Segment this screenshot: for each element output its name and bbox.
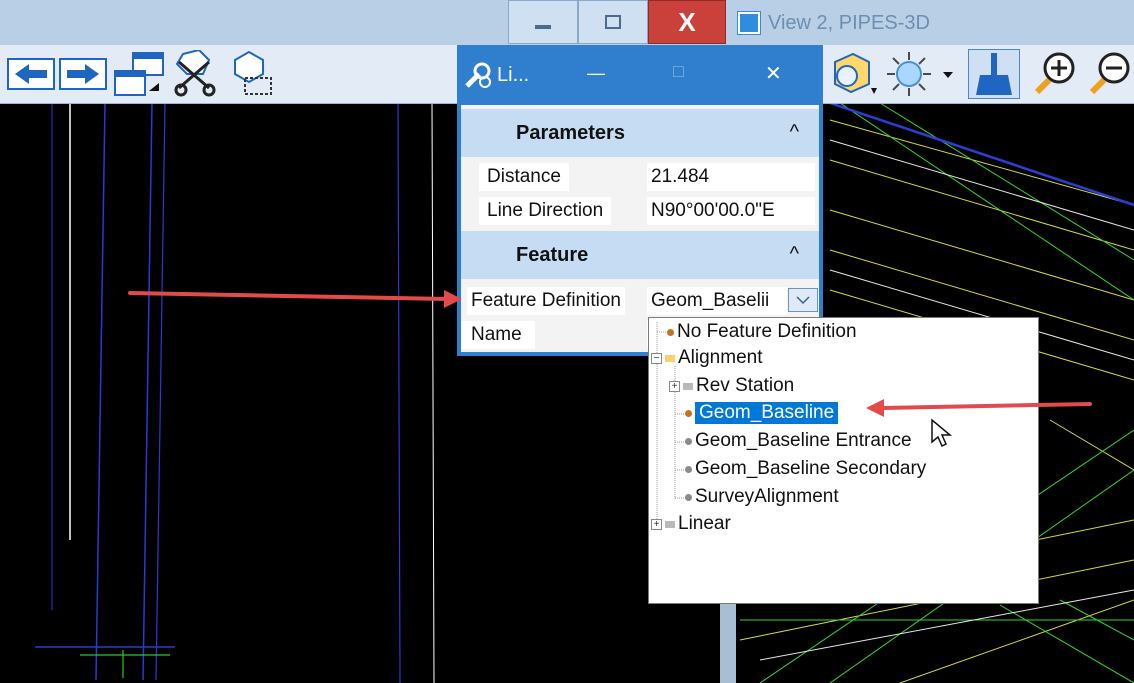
tree-item-label: No Feature Definition xyxy=(677,321,857,342)
brush-button[interactable] xyxy=(968,49,1020,99)
arrow-right-icon xyxy=(59,58,107,90)
feature-definition-label: Feature Definition xyxy=(467,287,625,315)
folder-icon xyxy=(665,354,675,362)
mouse-cursor-icon xyxy=(931,418,953,448)
close-icon: X xyxy=(678,6,696,37)
tree-item-label: Geom_Baseline xyxy=(695,402,839,424)
wrench-icon xyxy=(465,62,491,88)
parameters-section-header[interactable]: Parameters ^ xyxy=(461,109,819,157)
distance-label: Distance xyxy=(479,163,569,191)
feature-section-header[interactable]: Feature ^ xyxy=(461,231,819,279)
expand-icon[interactable]: + xyxy=(669,380,680,392)
feature-dot-icon xyxy=(667,328,674,336)
maximize-button[interactable] xyxy=(578,0,648,44)
minimize-button[interactable] xyxy=(508,0,578,44)
feature-dot-icon xyxy=(685,493,692,501)
parameters-title: Parameters xyxy=(516,121,625,144)
tree-item-label: SurveyAlignment xyxy=(695,486,839,507)
copy-element-icon xyxy=(234,50,272,95)
dialog-maximize-button[interactable]: □ xyxy=(673,61,684,82)
tree-item-geom-baseline-entrance[interactable]: Geom_Baseline Entrance xyxy=(685,428,912,454)
tree-item-linear[interactable]: + Linear xyxy=(651,511,731,537)
tree-item-label: Geom_Baseline Entrance xyxy=(695,430,912,451)
feature-dot-icon xyxy=(685,437,692,445)
view-title: View 2, PIPES-3D xyxy=(738,7,930,39)
tree-item-geom-baseline-secondary[interactable]: Geom_Baseline Secondary xyxy=(685,456,926,482)
feature-dot-icon xyxy=(685,409,692,417)
tree-item-no-feature-definition[interactable]: No Feature Definition xyxy=(667,319,857,345)
tree-item-rev-station[interactable]: + Rev Station xyxy=(669,373,794,399)
dialog-title-bar[interactable]: Li... — □ ✕ xyxy=(457,45,823,105)
minimize-icon xyxy=(535,25,551,29)
light-icon xyxy=(887,52,953,96)
tree-item-label: Geom_Baseline Secondary xyxy=(695,458,927,479)
folder-icon xyxy=(665,520,675,528)
dialog-minimize-button[interactable]: — xyxy=(587,63,605,84)
zoom-out-button[interactable] xyxy=(1084,49,1134,99)
zoom-out-icon xyxy=(1089,52,1130,95)
brush-icon xyxy=(976,53,1012,95)
close-button[interactable]: X xyxy=(648,0,726,44)
previous-view-button[interactable] xyxy=(6,49,56,99)
next-view-button[interactable] xyxy=(58,49,108,99)
zoom-in-button[interactable] xyxy=(1028,49,1080,99)
dialog-body: Parameters ^ Distance 21.484 Line Direct… xyxy=(461,105,819,352)
line-direction-label: Line Direction xyxy=(479,197,612,225)
window-arrange-button[interactable] xyxy=(112,49,166,99)
feature-definition-row: Feature Definition Geom_Baselii xyxy=(461,285,819,317)
view-title-text: View 2, PIPES-3D xyxy=(768,11,930,34)
feature-definition-select[interactable]: Geom_Baselii xyxy=(647,287,787,315)
line-direction-field[interactable]: N90°00'00.0"E xyxy=(647,197,815,225)
distance-row: Distance 21.484 xyxy=(461,161,819,193)
chevron-down-icon xyxy=(796,296,810,305)
arrow-left-icon xyxy=(7,58,55,90)
collapse-icon[interactable]: − xyxy=(651,352,662,364)
place-line-dialog: Li... — □ ✕ Parameters ^ Distance 21.484… xyxy=(457,45,823,356)
tree-item-label: Rev Station xyxy=(696,375,795,396)
lighting-button[interactable] xyxy=(882,49,960,99)
chevron-up-icon[interactable]: ^ xyxy=(790,243,799,266)
window-arrange-icon xyxy=(114,52,164,96)
view-shape-icon xyxy=(834,52,877,94)
feature-definition-tree[interactable]: No Feature Definition − Alignment + Rev … xyxy=(648,317,1039,604)
tree-item-alignment[interactable]: − Alignment xyxy=(651,345,763,371)
name-label: Name xyxy=(461,321,535,349)
feature-definition-dropdown-button[interactable] xyxy=(788,288,818,312)
view-cube-icon xyxy=(738,12,760,34)
line-direction-row: Line Direction N90°00'00.0"E xyxy=(461,195,819,227)
expand-icon[interactable]: + xyxy=(651,518,662,530)
cut-icon xyxy=(174,50,216,97)
feature-title: Feature xyxy=(516,243,589,266)
chevron-up-icon[interactable]: ^ xyxy=(790,121,799,144)
feature-dot-icon xyxy=(685,465,692,473)
tree-item-label: Linear xyxy=(678,513,731,534)
tree-item-label: Alignment xyxy=(678,347,763,368)
copy-element-button[interactable] xyxy=(226,49,278,99)
tree-item-survey-alignment[interactable]: SurveyAlignment xyxy=(685,484,839,510)
maximize-icon xyxy=(605,15,621,29)
window-title-bar: X View 2, PIPES-3D xyxy=(0,0,1134,45)
zoom-in-icon xyxy=(1034,52,1075,95)
cut-button[interactable] xyxy=(168,49,224,99)
dialog-close-button[interactable]: ✕ xyxy=(765,61,782,86)
view-display-button[interactable] xyxy=(826,49,880,99)
tree-item-geom-baseline[interactable]: Geom_Baseline xyxy=(685,400,839,426)
dialog-title: Li... xyxy=(497,63,530,86)
distance-field[interactable]: 21.484 xyxy=(647,163,815,191)
folder-icon xyxy=(683,382,693,390)
